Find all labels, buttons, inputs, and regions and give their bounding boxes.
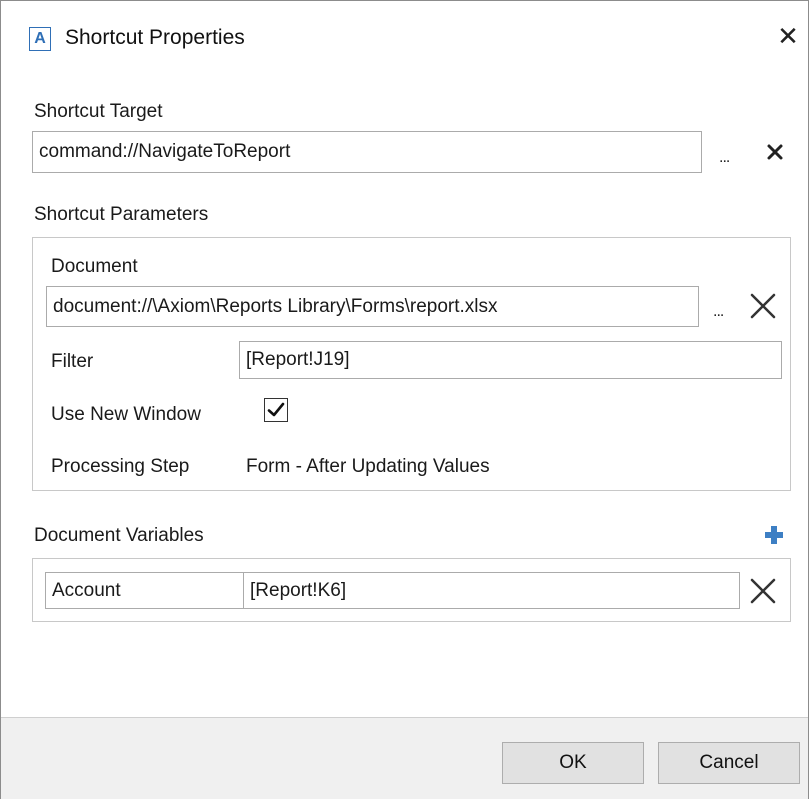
shortcut-target-clear-button[interactable] (764, 141, 786, 163)
shortcut-target-browse-button[interactable]: ... (719, 149, 730, 167)
filter-input[interactable]: [Report!J19] (239, 341, 782, 379)
document-clear-button[interactable] (746, 290, 780, 322)
variable-name-input[interactable]: Account (45, 572, 244, 609)
document-variables-label: Document Variables (34, 525, 204, 546)
processing-step-value: Form - After Updating Values (246, 456, 490, 477)
dialog-footer: OK Cancel (1, 717, 808, 799)
document-browse-button[interactable]: ... (713, 303, 724, 321)
document-label: Document (51, 256, 138, 277)
document-input[interactable]: document://\Axiom\Reports Library\Forms\… (46, 286, 699, 327)
close-icon (750, 293, 776, 319)
close-dialog-button[interactable]: ✕ (774, 21, 802, 51)
close-icon (750, 578, 776, 604)
shortcut-target-label: Shortcut Target (34, 101, 163, 122)
plus-icon[interactable] (763, 524, 785, 546)
shortcut-parameters-label: Shortcut Parameters (34, 204, 209, 225)
variable-value-input[interactable]: [Report!K6] (243, 572, 740, 609)
shortcut-properties-dialog: A Shortcut Properties ✕ Shortcut Target … (0, 0, 809, 799)
use-new-window-checkbox[interactable] (264, 398, 288, 422)
variable-remove-button[interactable] (746, 575, 780, 607)
shortcut-target-input[interactable]: command://NavigateToReport (32, 131, 702, 173)
checkmark-icon (267, 402, 285, 417)
cancel-button[interactable]: Cancel (658, 742, 800, 784)
use-new-window-label: Use New Window (51, 404, 201, 425)
title-bar: A Shortcut Properties ✕ (1, 1, 808, 77)
processing-step-label: Processing Step (51, 456, 190, 477)
ok-button[interactable]: OK (502, 742, 644, 784)
filter-label: Filter (51, 351, 94, 372)
close-icon (767, 144, 783, 160)
app-logo-icon: A (29, 27, 51, 51)
dialog-title: Shortcut Properties (65, 26, 245, 49)
